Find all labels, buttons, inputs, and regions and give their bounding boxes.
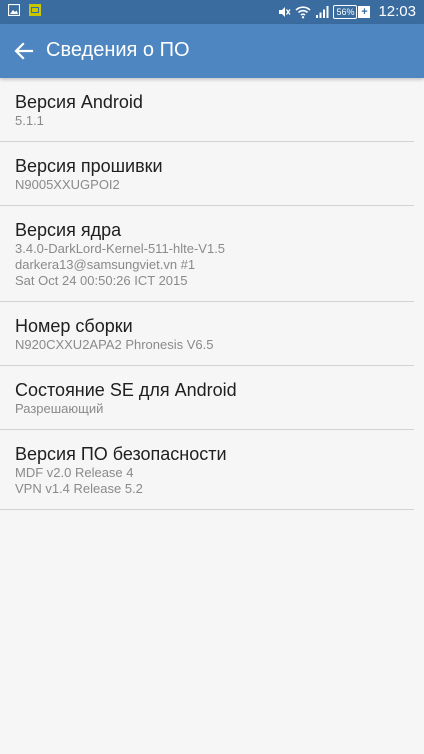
battery-indicator: 56% + <box>333 4 371 19</box>
clock: 12:03 <box>378 3 416 20</box>
item-subtitle: Разрешающий <box>15 401 104 416</box>
item-subtitle: Sat Oct 24 00:50:26 ICT 2015 <box>15 273 188 288</box>
item-title: Версия Android <box>15 92 143 112</box>
item-subtitle: N9005XXUGPOI2 <box>15 177 120 192</box>
list-item-security-software-version[interactable]: Версия ПО безопасности MDF v2.0 Release … <box>0 430 414 510</box>
signal-icon <box>316 5 329 18</box>
item-subtitle: 5.1.1 <box>15 113 44 128</box>
list-item-build-number[interactable]: Номер сборки N920CXXU2APA2 Phronesis V6.… <box>0 302 414 366</box>
list-item-android-version[interactable]: Версия Android 5.1.1 <box>0 78 414 142</box>
software-info-list: Версия Android 5.1.1 Версия прошивки N90… <box>0 78 424 510</box>
item-title: Версия прошивки <box>15 156 163 176</box>
item-subtitle: N920CXXU2APA2 Phronesis V6.5 <box>15 337 214 352</box>
arrow-left-icon[interactable] <box>10 37 38 65</box>
item-subtitle: 3.4.0-DarkLord-Kernel-511-hlte-V1.5 <box>15 241 226 256</box>
app-bar: Сведения о ПО <box>0 24 424 78</box>
status-bar: 56% + 12:03 <box>0 0 424 24</box>
gallery-icon <box>8 4 20 16</box>
item-title: Версия ядра <box>15 220 122 240</box>
item-title: Номер сборки <box>15 316 133 336</box>
wifi-icon <box>295 5 311 18</box>
list-item-se-android-status[interactable]: Состояние SE для Android Разрешающий <box>0 366 414 430</box>
list-item-kernel-version[interactable]: Версия ядра 3.4.0-DarkLord-Kernel-511-hl… <box>0 206 414 302</box>
charging-icon: + <box>358 5 371 18</box>
page-title: Сведения о ПО <box>46 39 190 61</box>
battery-percent: 56% <box>333 4 358 19</box>
mute-icon <box>279 6 291 17</box>
item-title: Версия ПО безопасности <box>15 444 227 464</box>
list-item-firmware-version[interactable]: Версия прошивки N9005XXUGPOI2 <box>0 142 414 206</box>
sim-badge-icon <box>29 4 41 16</box>
item-subtitle: MDF v2.0 Release 4 <box>15 465 134 480</box>
item-subtitle: VPN v1.4 Release 5.2 <box>15 481 143 496</box>
item-title: Состояние SE для Android <box>15 380 237 400</box>
item-subtitle: darkera13@samsungviet.vn #1 <box>15 257 196 272</box>
